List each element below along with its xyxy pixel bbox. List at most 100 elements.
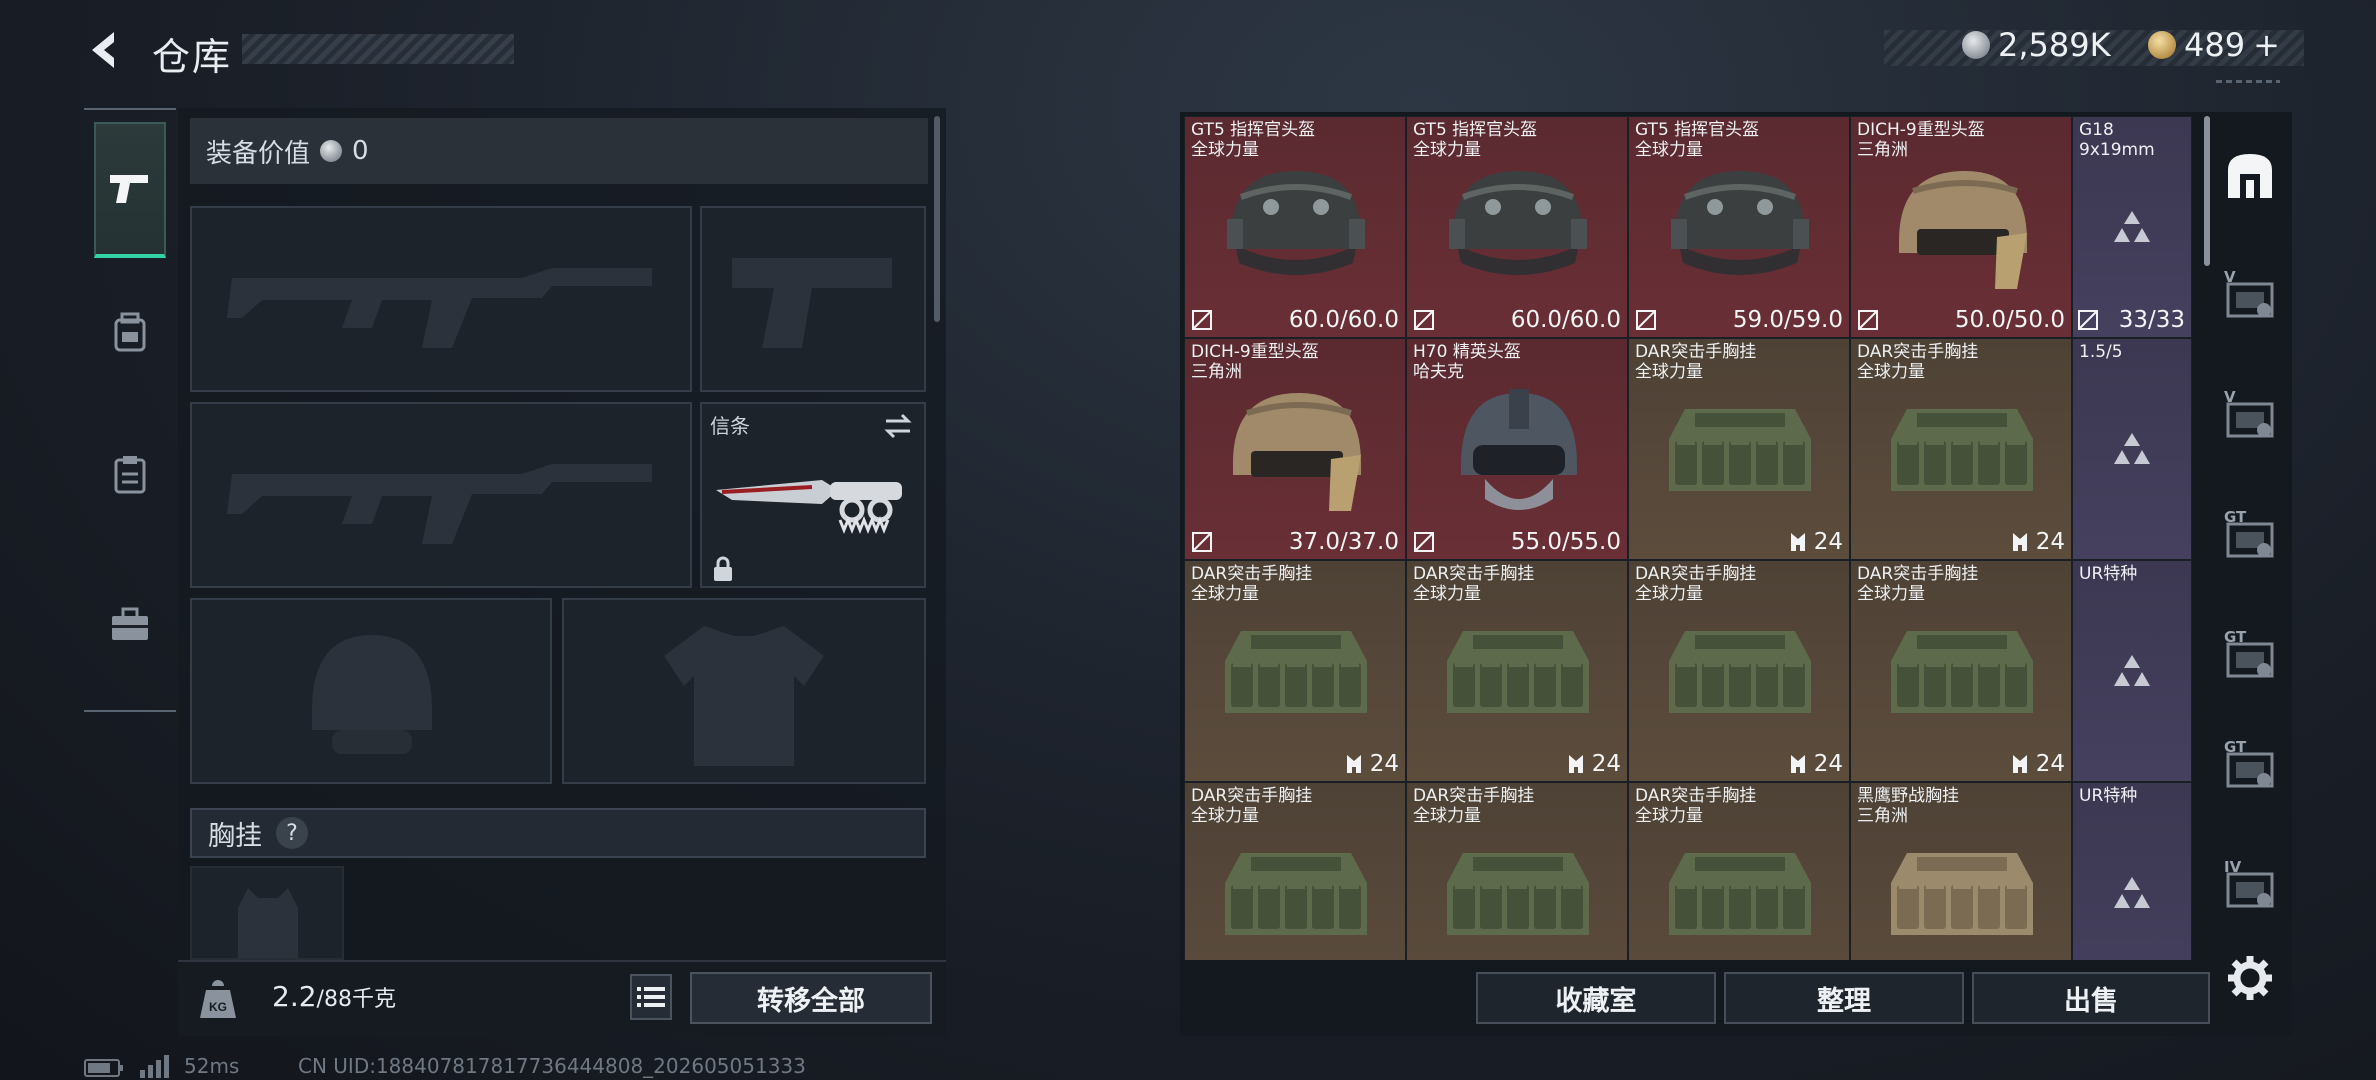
knife-icon xyxy=(716,480,902,535)
delta-triangle-icon xyxy=(2114,877,2150,908)
item-stat-value: 50.0/50.0 xyxy=(1954,307,2065,333)
inventory-cell[interactable]: DAR突击手胸挂 全球力量 24 xyxy=(1406,560,1628,782)
inventory-grid: GT5 指挥官头盔 全球力量 60.0/60.0 GT5 指挥官头盔 全球力量 60.0/… xyxy=(1184,116,2196,960)
item-name: GT5 指挥官头盔 xyxy=(1635,120,1760,140)
tool-button-6[interactable]: IV xyxy=(2222,858,2278,914)
ping-text: 52ms xyxy=(184,1054,240,1078)
silver-amount: 2,589K xyxy=(1998,26,2111,64)
item-stat: 59.0/59.0 xyxy=(1733,307,1843,333)
battery-icon xyxy=(84,1059,123,1077)
tab-toolbox[interactable] xyxy=(94,588,166,660)
gold-add-button[interactable]: + xyxy=(2253,26,2280,64)
inventory-cell[interactable]: 黑鹰野战胸挂 三角洲 xyxy=(1850,782,2072,960)
inventory-cell[interactable]: DAR突击手胸挂 全球力量 xyxy=(1628,782,1850,960)
clipboard-icon xyxy=(114,456,146,494)
tool-button-2[interactable]: V xyxy=(2222,388,2278,444)
primary-weapon-slot[interactable] xyxy=(190,206,692,392)
gold-currency[interactable]: 489 + xyxy=(2148,26,2280,64)
tool-button-0[interactable] xyxy=(2222,148,2278,204)
tools-divider xyxy=(2216,80,2280,83)
durability-icon xyxy=(1414,310,1434,330)
transfer-all-button[interactable]: 转移全部 xyxy=(690,972,932,1024)
inventory-scrollbar[interactable] xyxy=(2204,116,2210,266)
item-stat: 24 xyxy=(1788,529,1843,555)
inventory-cell[interactable]: UR特种 xyxy=(2072,782,2192,960)
inventory-cell[interactable]: G18 9x19mm 33/33 xyxy=(2072,116,2192,338)
weight-value: 2.2 xyxy=(272,980,317,1013)
item-name: DAR突击手胸挂 xyxy=(1635,342,1757,362)
tool-label: V xyxy=(2224,268,2236,286)
list-view-button[interactable] xyxy=(630,974,672,1020)
inventory-cell[interactable]: DAR突击手胸挂 全球力量 24 xyxy=(1628,560,1850,782)
organize-button[interactable]: 整理 xyxy=(1724,972,1964,1024)
helmet-slot[interactable] xyxy=(190,598,552,784)
svg-text:KG: KG xyxy=(209,1000,227,1014)
inventory-cell[interactable]: UR特种 xyxy=(2072,560,2192,782)
sell-button[interactable]: 出售 xyxy=(1972,972,2210,1024)
inventory-cell[interactable]: DAR突击手胸挂 全球力量 xyxy=(1184,782,1406,960)
item-stat: 24 xyxy=(2010,751,2065,777)
capacity-icon xyxy=(1790,755,1805,773)
item-stat-value: 33/33 xyxy=(2118,307,2185,333)
secondary-weapon-slot[interactable] xyxy=(700,206,926,392)
melee-slot[interactable]: 信条 xyxy=(700,402,926,588)
delta-triangle-icon xyxy=(2114,211,2150,242)
tab-clipboard[interactable] xyxy=(94,438,166,510)
weight-max: /88千克 xyxy=(316,987,396,1012)
inventory-cell[interactable]: H70 精英头盔 哈夫克 55.0/55.0 xyxy=(1406,338,1628,560)
tool-button-3[interactable]: GT xyxy=(2222,508,2278,564)
tool-button-4[interactable]: GT xyxy=(2222,628,2278,684)
tab-backpack[interactable] xyxy=(94,296,166,368)
silver-coin-icon xyxy=(320,140,343,162)
chest-rig-image xyxy=(1669,409,1811,491)
item-stat-value: 24 xyxy=(2035,751,2065,777)
inventory-cell[interactable]: DAR突击手胸挂 全球力量 24 xyxy=(1628,338,1850,560)
inventory-cell[interactable]: DAR突击手胸挂 全球力量 24 xyxy=(1184,560,1406,782)
item-stat: 50.0/50.0 xyxy=(1955,307,2065,333)
item-stat-value: 60.0/60.0 xyxy=(1288,307,1399,333)
durability-icon xyxy=(1858,310,1878,330)
collection-room-button[interactable]: 收藏室 xyxy=(1476,972,1716,1024)
inventory-cell[interactable]: GT5 指挥官头盔 全球力量 60.0/60.0 xyxy=(1184,116,1406,338)
equipment-scrollbar[interactable] xyxy=(934,116,940,322)
item-name: DAR突击手胸挂 xyxy=(1191,786,1313,806)
toolbox-icon xyxy=(112,607,148,640)
swap-icon[interactable] xyxy=(882,412,914,440)
inventory-cell[interactable]: GT5 指挥官头盔 全球力量 59.0/59.0 xyxy=(1628,116,1850,338)
item-stat-value: 24 xyxy=(2035,529,2065,555)
armor-slot[interactable] xyxy=(562,598,926,784)
tab-weapons[interactable] xyxy=(94,122,166,258)
inventory-cell[interactable]: DAR突击手胸挂 全球力量 24 xyxy=(1850,338,2072,560)
help-button[interactable]: ? xyxy=(276,817,308,849)
item-name: DICH-9重型头盔 xyxy=(1857,120,1985,140)
equipment-value: 0 xyxy=(352,136,369,166)
inventory-cell[interactable]: DAR突击手胸挂 全球力量 xyxy=(1406,782,1628,960)
chest-rig-label: 胸挂 xyxy=(208,820,262,852)
item-stat: 24 xyxy=(1788,751,1843,777)
tool-button-1[interactable]: V xyxy=(2222,268,2278,324)
item-stat-value: 55.0/55.0 xyxy=(1510,529,1621,555)
inventory-cell[interactable]: DAR突击手胸挂 全球力量 24 xyxy=(1850,560,2072,782)
inventory-cell[interactable]: GT5 指挥官头盔 全球力量 60.0/60.0 xyxy=(1406,116,1628,338)
tool-button-5[interactable]: GT xyxy=(2222,738,2278,794)
tertiary-weapon-slot[interactable] xyxy=(190,402,692,588)
item-stat-value: 60.0/60.0 xyxy=(1510,307,1621,333)
item-stat-value: 37.0/37.0 xyxy=(1288,529,1399,555)
durability-icon xyxy=(1192,310,1212,330)
item-name: DAR突击手胸挂 xyxy=(1413,786,1535,806)
item-stat: 24 xyxy=(1344,751,1399,777)
inventory-cell[interactable]: 1.5/5 xyxy=(2072,338,2192,560)
item-stat-value: 24 xyxy=(1591,751,1621,777)
item-name: GT5 指挥官头盔 xyxy=(1413,120,1538,140)
tool-button-7[interactable] xyxy=(2222,950,2278,1006)
inventory-cell[interactable]: DICH-9重型头盔 三角洲 50.0/50.0 xyxy=(1850,116,2072,338)
tool-label: IV xyxy=(2224,858,2242,876)
inventory-cell[interactable]: DICH-9重型头盔 三角洲 37.0/37.0 xyxy=(1184,338,1406,560)
tool-label: GT xyxy=(2224,628,2247,646)
chest-rig-image xyxy=(1891,409,2033,491)
pistol-icon xyxy=(110,175,148,203)
item-name: 黑鹰野战胸挂 xyxy=(1857,786,1959,806)
back-button[interactable] xyxy=(84,28,128,72)
item-name: DAR突击手胸挂 xyxy=(1857,564,1979,584)
chest-rig-slot[interactable] xyxy=(190,866,344,960)
